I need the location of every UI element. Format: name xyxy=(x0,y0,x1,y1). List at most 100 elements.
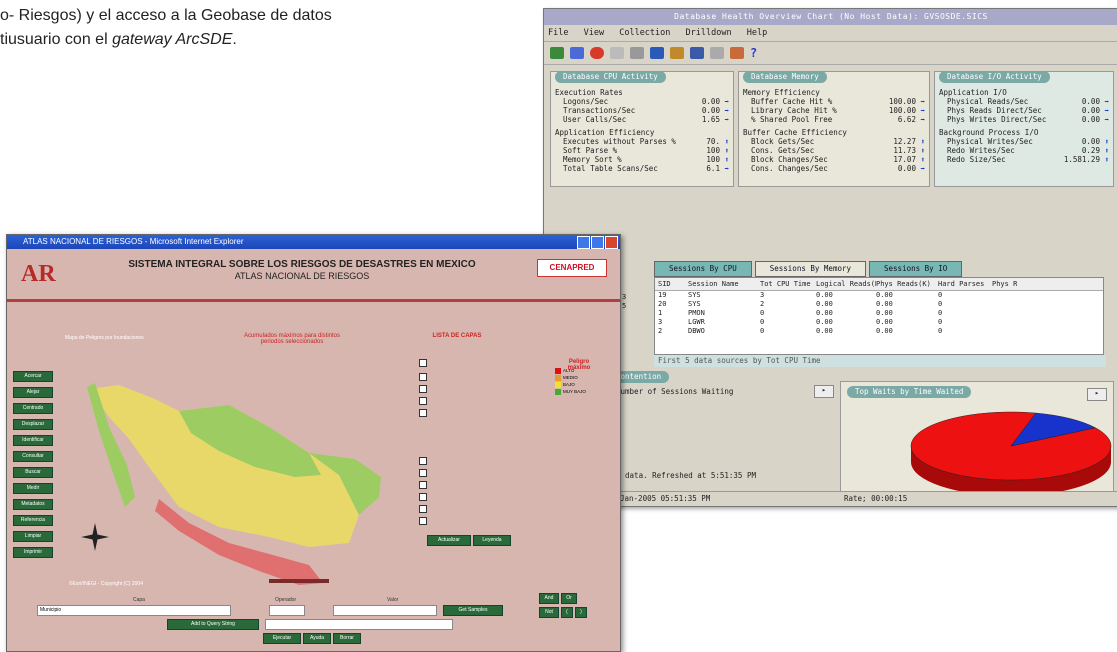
col-sid[interactable]: SID xyxy=(655,278,688,290)
or-button[interactable]: Or xyxy=(561,593,577,604)
sidebar-button[interactable]: Referencia xyxy=(13,515,53,526)
cell: 1 xyxy=(658,309,663,317)
save-icon[interactable] xyxy=(710,47,724,59)
minimize-button[interactable] xyxy=(577,236,590,249)
divider xyxy=(7,299,620,302)
metric-value: 6.62 xyxy=(897,115,916,124)
col-phys-reads[interactable]: Phys Reads(K) xyxy=(876,278,938,290)
col-phys-r[interactable]: Phys R xyxy=(992,278,1032,290)
execute-button[interactable]: Ejecutar xyxy=(263,633,301,644)
sidebar-button[interactable]: Medir xyxy=(13,483,53,494)
menu-help[interactable]: Help xyxy=(747,28,767,38)
col-tot-cpu[interactable]: Tot CPU Time xyxy=(760,278,816,290)
add-to-query-button[interactable]: Add to Query String xyxy=(167,619,259,630)
sidebar-button[interactable]: Consultar xyxy=(13,451,53,462)
layer-checkbox[interactable] xyxy=(419,359,427,367)
layer-checkbox[interactable] xyxy=(419,457,427,465)
drilldown-icon[interactable] xyxy=(650,47,664,59)
table-row[interactable]: 3 LGWR 0 0.00 0.00 0 xyxy=(655,318,1103,327)
metric-label: Total Table Scans/Sec xyxy=(563,164,658,173)
contention-expand-button[interactable]: ▸ xyxy=(814,385,834,398)
maximize-button[interactable] xyxy=(591,236,604,249)
tab-sessions-memory[interactable]: Sessions By Memory xyxy=(754,261,867,277)
table-row[interactable]: 19 SYS 3 0.00 0.00 0 xyxy=(655,291,1103,300)
menu-drilldown[interactable]: Drilldown xyxy=(686,28,732,38)
and-button[interactable]: And xyxy=(539,593,559,604)
metric-label: Physical Writes/Sec xyxy=(947,137,1033,146)
layer-checkbox[interactable] xyxy=(419,397,427,405)
menu-file[interactable]: File xyxy=(548,28,568,38)
menu-view[interactable]: View xyxy=(584,28,604,38)
close-button[interactable] xyxy=(605,236,618,249)
cell: 0 xyxy=(938,291,943,299)
tab-sessions-io[interactable]: Sessions By IO xyxy=(869,261,963,277)
sidebar-button[interactable]: Imprimir xyxy=(13,547,53,558)
arrow-up-icon: ⬆ xyxy=(724,137,729,146)
table-row[interactable]: 20 SYS 2 0.00 0.00 0 xyxy=(655,300,1103,309)
bars-icon[interactable] xyxy=(630,47,644,59)
memory-panel: Database Memory Memory Efficiency Buffer… xyxy=(738,71,930,187)
pie-chart xyxy=(910,411,1112,496)
metric-label: Redo Size/Sec xyxy=(947,155,1006,164)
menu-collection[interactable]: Collection xyxy=(619,28,670,38)
layer-checkbox[interactable] xyxy=(419,505,427,513)
sidebar-button[interactable]: Centrado xyxy=(13,403,53,414)
get-samples-button[interactable]: Get Samples xyxy=(443,605,503,616)
col-logical-reads[interactable]: Logical Reads(K) xyxy=(816,278,876,290)
window-controls xyxy=(577,236,618,249)
layer-select[interactable]: Municipio xyxy=(37,605,231,616)
refresh-icon[interactable] xyxy=(730,47,744,59)
query-string-input[interactable] xyxy=(265,619,453,630)
metric-value: 0.29 xyxy=(1081,146,1100,155)
actualizar-button[interactable]: Actualizar xyxy=(427,535,471,546)
cell: 0.00 xyxy=(816,327,833,335)
field-label: Operador xyxy=(275,597,297,603)
sidebar-button[interactable]: Identificar xyxy=(13,435,53,446)
value-input[interactable] xyxy=(333,605,437,616)
metric-value: 0.00 xyxy=(1081,115,1100,124)
chart-icon[interactable] xyxy=(570,47,584,59)
layer-checkbox[interactable] xyxy=(419,493,427,501)
table-row[interactable]: 1 PMON 0 0.00 0.00 0 xyxy=(655,309,1103,318)
metric-value: 70. xyxy=(706,137,720,146)
sidebar-button[interactable]: Alejar xyxy=(13,387,53,398)
leyenda-button[interactable]: Leyenda xyxy=(473,535,511,546)
sidebar-button[interactable]: Limpiar xyxy=(13,531,53,542)
sidebar-button[interactable]: Acercar xyxy=(13,371,53,382)
clear-button[interactable]: Borrar xyxy=(333,633,361,644)
map-copyright: ©Esri/INEGI - Copyright (C) 2004 xyxy=(69,581,143,587)
report-icon[interactable] xyxy=(670,47,684,59)
arrow-right-icon: ➡ xyxy=(1104,97,1109,106)
sessions-icon[interactable] xyxy=(690,47,704,59)
metric-label: Memory Sort % xyxy=(563,155,622,164)
layer-checkbox[interactable] xyxy=(419,409,427,417)
close-paren-button[interactable]: ) xyxy=(575,607,587,618)
gateway-term: gateway ArcSDE xyxy=(112,31,233,48)
not-button[interactable]: Not xyxy=(539,607,559,618)
arrow-up-icon: ⬆ xyxy=(920,146,925,155)
sidebar-button[interactable]: Desplazar xyxy=(13,419,53,430)
legend-item: MEDIO xyxy=(555,374,586,381)
table-row[interactable]: 2 DBWO 0 0.00 0.00 0 xyxy=(655,327,1103,336)
tab-sessions-cpu[interactable]: Sessions By CPU xyxy=(654,261,752,277)
list-icon[interactable] xyxy=(610,47,624,59)
io-activity-panel: Database I/O Activity Application I/O Ph… xyxy=(934,71,1114,187)
open-paren-button[interactable]: ( xyxy=(561,607,573,618)
sidebar-button[interactable]: Metadatos xyxy=(13,499,53,510)
layer-checkbox[interactable] xyxy=(419,469,427,477)
col-session-name[interactable]: Session Name xyxy=(688,278,760,290)
col-hard-parses[interactable]: Hard Parses xyxy=(938,278,992,290)
metric-label: Soft Parse % xyxy=(563,146,618,155)
help-button[interactable]: Ayuda xyxy=(303,633,331,644)
layer-checkbox[interactable] xyxy=(419,517,427,525)
run-icon[interactable] xyxy=(550,47,564,59)
arrow-right-icon: ➡ xyxy=(724,164,729,173)
pie-icon[interactable] xyxy=(590,47,604,59)
layer-checkbox[interactable] xyxy=(419,373,427,381)
operator-select[interactable] xyxy=(269,605,305,616)
layer-checkbox[interactable] xyxy=(419,385,427,393)
help-icon[interactable]: ? xyxy=(750,46,757,60)
arrow-right-icon: ➡ xyxy=(724,97,729,106)
sidebar-button[interactable]: Buscar xyxy=(13,467,53,478)
layer-checkbox[interactable] xyxy=(419,481,427,489)
